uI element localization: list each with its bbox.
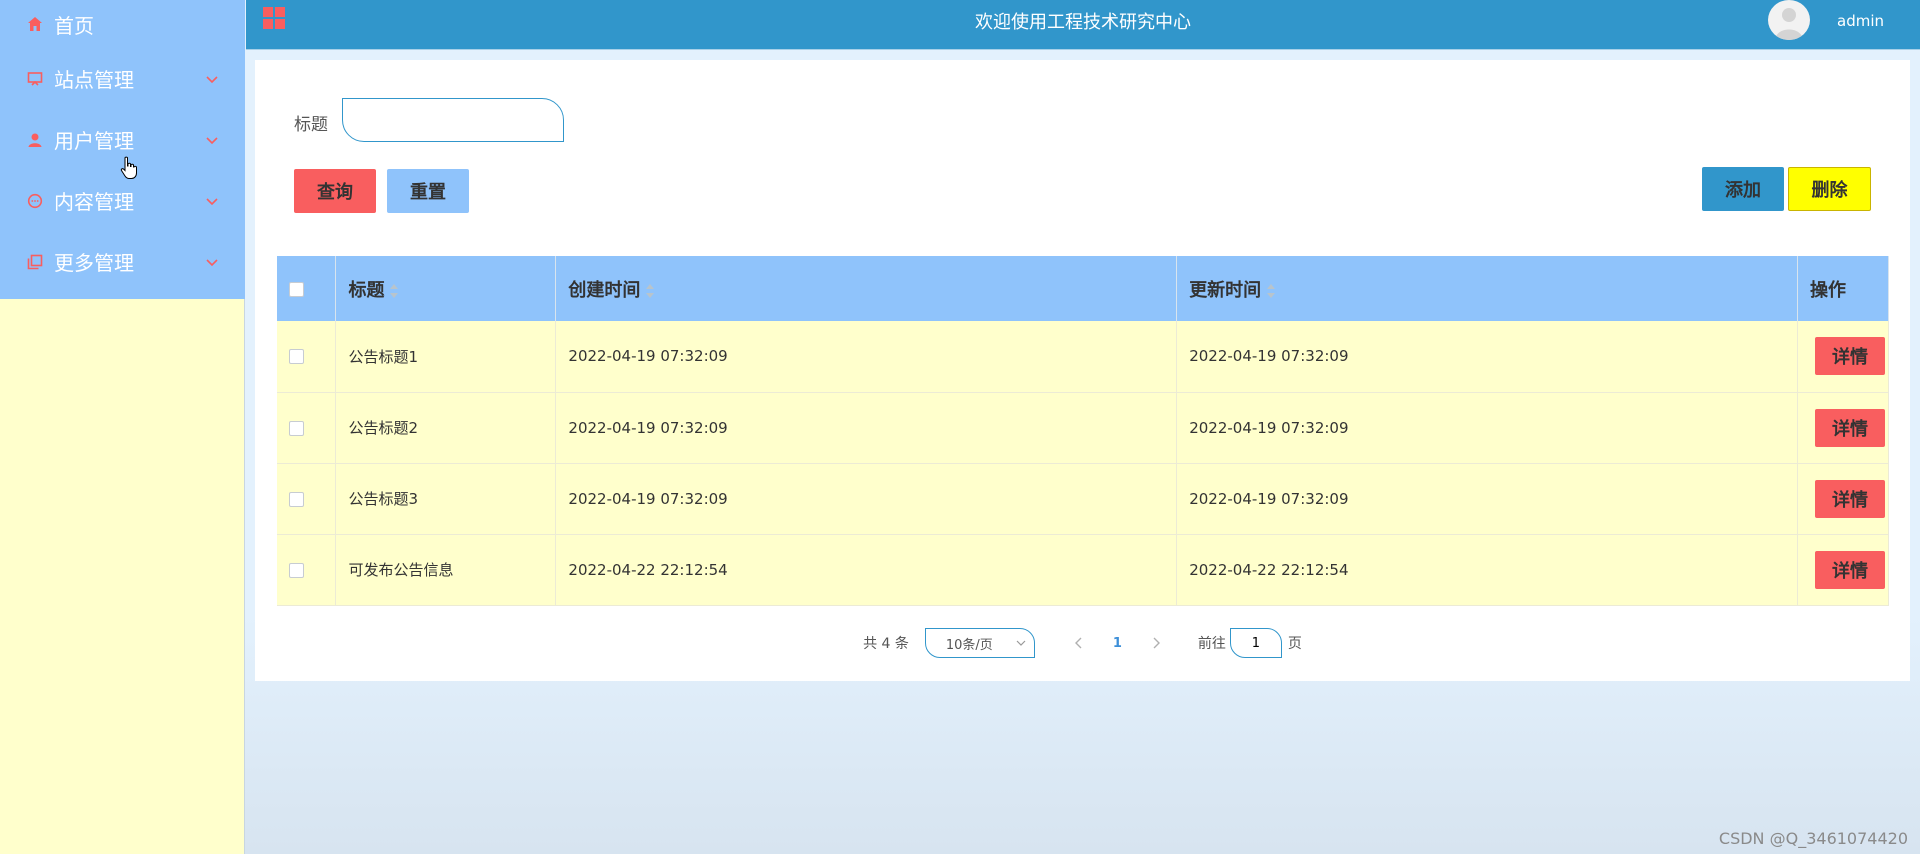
prev-page-icon[interactable]	[1073, 637, 1085, 649]
detail-button[interactable]: 详情	[1814, 408, 1885, 447]
select-all-checkbox[interactable]	[289, 281, 304, 297]
sidebar-item-label: 首页	[54, 13, 94, 38]
row-checkbox[interactable]	[289, 349, 304, 365]
sort-icon[interactable]	[1267, 283, 1276, 298]
username[interactable]: admin	[1837, 12, 1884, 30]
page-number-current[interactable]: 1	[1113, 636, 1122, 651]
column-header-title[interactable]: 标题	[335, 256, 557, 321]
chevron-down-icon	[206, 136, 218, 144]
table-row: 公告标题3 2022-04-19 07:32:09 2022-04-19 07:…	[277, 463, 1890, 535]
cell-action: 详情	[1797, 534, 1890, 606]
reset-button[interactable]: 重置	[387, 169, 469, 213]
query-button[interactable]: 查询	[294, 169, 376, 213]
cell-action: 详情	[1797, 463, 1890, 535]
sort-icon[interactable]	[646, 283, 655, 298]
cell-updated: 2022-04-22 22:12:54	[1176, 534, 1798, 606]
goto-label: 前往	[1197, 636, 1226, 652]
select-all-cell	[277, 256, 337, 321]
cell-updated: 2022-04-19 07:32:09	[1176, 321, 1798, 393]
sidebar-item-more[interactable]: 更多管理	[0, 231, 245, 292]
table-header-row: 标题 创建时间 更新时间 操作	[277, 256, 1890, 321]
avatar[interactable]	[1768, 0, 1810, 40]
content-panel: 标题 查询 重置 添加 删除 标题 创建时间 更新时间 操作 公告标题1 202…	[255, 60, 1910, 681]
watermark: CSDN @Q_3461074420	[1718, 829, 1908, 848]
delete-button[interactable]: 删除	[1788, 167, 1871, 211]
cell-created: 2022-04-19 07:32:09	[555, 463, 1178, 535]
chevron-down-icon	[1016, 640, 1026, 646]
cell-created: 2022-04-19 07:32:09	[555, 321, 1178, 393]
sidebar-item-site[interactable]: 站点管理	[0, 48, 245, 109]
sidebar-item-label: 用户管理	[54, 129, 134, 153]
row-check-cell	[277, 392, 337, 464]
row-check-cell	[277, 321, 337, 393]
detail-button[interactable]: 详情	[1814, 337, 1885, 376]
row-checkbox[interactable]	[289, 420, 304, 436]
page-title: 欢迎使用工程技术研究中心	[975, 12, 1191, 33]
chevron-down-icon	[206, 197, 218, 205]
chevron-down-icon	[206, 258, 218, 266]
cell-title: 可发布公告信息	[335, 534, 557, 606]
sidebar-item-label: 站点管理	[54, 68, 134, 92]
chat-icon	[26, 192, 44, 210]
cell-title: 公告标题1	[335, 321, 557, 393]
cell-created: 2022-04-19 07:32:09	[555, 392, 1178, 464]
table-row: 公告标题2 2022-04-19 07:32:09 2022-04-19 07:…	[277, 392, 1890, 464]
page-size-select[interactable]: 10条/页	[924, 628, 1035, 658]
hand-cursor-icon	[120, 156, 137, 179]
row-check-cell	[277, 463, 337, 535]
column-header-action: 操作	[1797, 256, 1890, 321]
top-header: 欢迎使用工程技术研究中心 admin	[246, 0, 1920, 50]
goto-page-input[interactable]	[1229, 628, 1282, 658]
home-icon	[26, 15, 44, 33]
page-unit-label: 页	[1287, 636, 1302, 652]
row-checkbox[interactable]	[289, 491, 304, 507]
sidebar-item-label: 更多管理	[54, 251, 134, 275]
cell-title: 公告标题2	[335, 392, 557, 464]
copy-icon	[26, 253, 44, 271]
cell-title: 公告标题3	[335, 463, 557, 535]
next-page-icon[interactable]	[1150, 637, 1162, 649]
column-header-updated[interactable]: 更新时间	[1176, 256, 1798, 321]
detail-button[interactable]: 详情	[1814, 479, 1885, 518]
table-row: 可发布公告信息 2022-04-22 22:12:54 2022-04-22 2…	[277, 534, 1890, 606]
detail-button[interactable]: 详情	[1814, 550, 1885, 589]
add-button[interactable]: 添加	[1702, 167, 1784, 211]
sort-icon[interactable]	[390, 283, 399, 298]
cell-action: 详情	[1797, 392, 1890, 464]
total-count: 共 4 条	[863, 636, 909, 652]
column-header-created[interactable]: 创建时间	[555, 256, 1178, 321]
row-checkbox[interactable]	[289, 562, 304, 578]
notice-table: 标题 创建时间 更新时间 操作 公告标题1 2022-04-19 07:32:0…	[277, 256, 1890, 606]
cell-updated: 2022-04-19 07:32:09	[1176, 392, 1798, 464]
search-label: 标题	[294, 115, 328, 135]
sidebar: 首页 站点管理 用户管理 内容管理 更多管理	[0, 0, 245, 854]
chevron-down-icon	[206, 75, 218, 83]
row-check-cell	[277, 534, 337, 606]
sidebar-item-home[interactable]: 首页	[0, 0, 245, 48]
sidebar-item-label: 内容管理	[54, 190, 134, 214]
cell-updated: 2022-04-19 07:32:09	[1176, 463, 1798, 535]
user-icon	[26, 131, 44, 149]
table-row: 公告标题1 2022-04-19 07:32:09 2022-04-19 07:…	[277, 321, 1890, 393]
pagination: 共 4 条 10条/页 1 前往 页	[255, 628, 1910, 658]
sidebar-menu: 首页 站点管理 用户管理 内容管理 更多管理	[0, 0, 245, 299]
cell-action: 详情	[1797, 321, 1890, 393]
page-size-value: 10条/页	[945, 637, 993, 653]
user-avatar-icon	[1775, 8, 1803, 40]
cell-created: 2022-04-22 22:12:54	[555, 534, 1178, 606]
monitor-icon	[26, 70, 44, 88]
title-search-input[interactable]	[342, 98, 564, 142]
